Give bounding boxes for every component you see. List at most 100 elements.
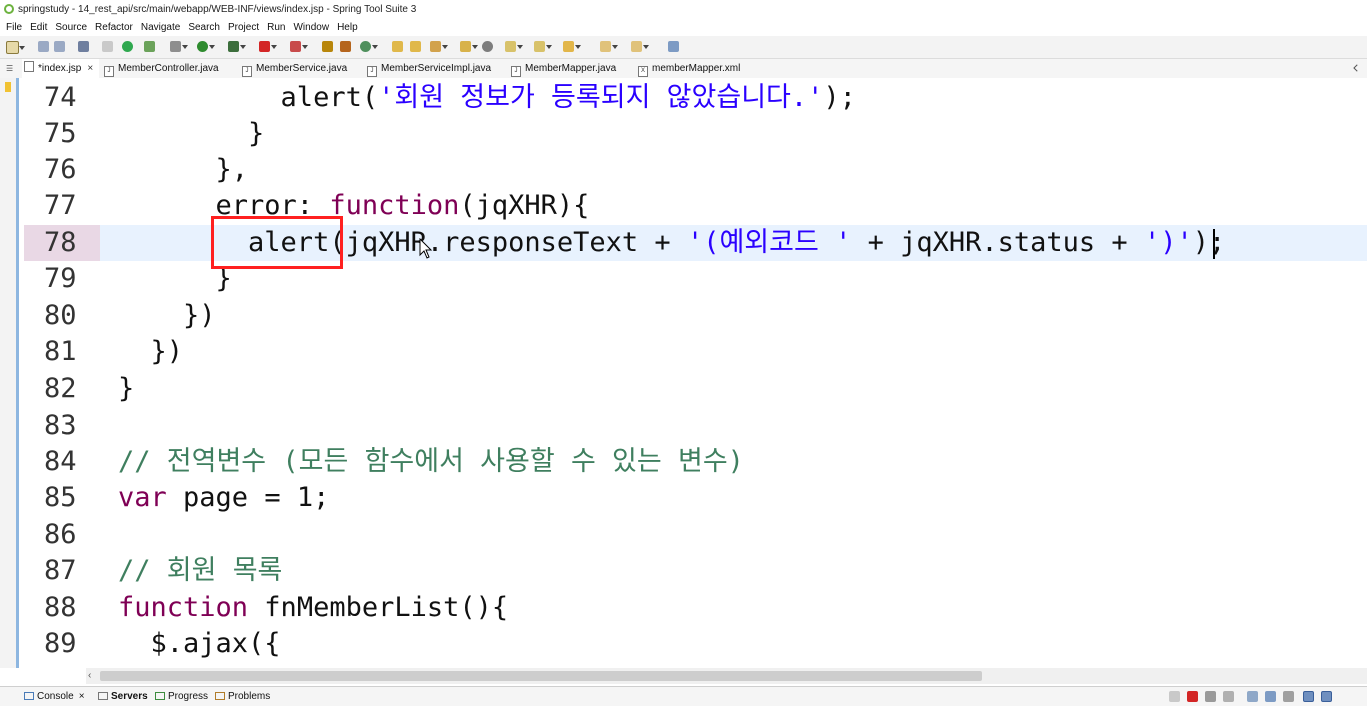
code-line: 77 error: function(jqXHR){ — [24, 188, 1367, 224]
coverage-icon[interactable] — [290, 41, 308, 52]
code-text: var page = 1; — [118, 482, 330, 513]
code-line: 79 } — [24, 261, 1367, 297]
tab-console[interactable]: Console × — [24, 687, 85, 706]
code-text: $.ajax({ — [118, 628, 281, 659]
scrollbar-thumb[interactable] — [100, 671, 982, 681]
publish-icon[interactable] — [1223, 691, 1234, 702]
menu-edit[interactable]: Edit — [26, 19, 51, 36]
code-line: 75 } — [24, 116, 1367, 152]
code-text: }, — [118, 154, 249, 185]
new-java-class-icon[interactable] — [360, 41, 378, 52]
line-number: 88 — [44, 592, 77, 623]
menu-search[interactable]: Search — [184, 19, 224, 36]
debug-icon[interactable] — [170, 41, 188, 52]
pin-editor-icon[interactable] — [668, 41, 679, 52]
stop-server-icon[interactable] — [1187, 691, 1198, 702]
debug-server-icon[interactable] — [1169, 691, 1180, 702]
code-text: } — [118, 263, 232, 294]
disconnect-icon[interactable] — [1205, 691, 1216, 702]
globe-icon[interactable] — [482, 41, 493, 52]
last-edit-icon[interactable] — [563, 41, 581, 52]
code-line: 88 function fnMemberList(){ — [24, 590, 1367, 626]
open-project-icon[interactable] — [410, 41, 421, 52]
run-icon[interactable] — [197, 41, 215, 52]
open-task-icon[interactable] — [340, 41, 351, 52]
next-annotation-icon[interactable] — [505, 41, 523, 52]
forward-icon[interactable] — [631, 41, 649, 52]
code-line: 87 // 회원 목록 — [24, 553, 1367, 589]
stop-icon[interactable] — [259, 41, 277, 52]
tab-index-jsp[interactable]: *index.jsp × — [22, 59, 100, 78]
open-type-icon[interactable] — [322, 41, 333, 52]
collapse-icon[interactable] — [1265, 691, 1276, 702]
prev-annotation-icon[interactable] — [534, 41, 552, 52]
tab-membermapper-java[interactable]: J MemberMapper.java — [511, 59, 616, 78]
menu-refactor[interactable]: Refactor — [91, 19, 137, 36]
menu-navigate[interactable]: Navigate — [137, 19, 184, 36]
tab-progress[interactable]: Progress — [155, 687, 208, 706]
menu-file[interactable]: File — [2, 19, 26, 36]
progress-icon — [155, 692, 165, 700]
jsp-file-icon — [24, 61, 34, 72]
close-icon[interactable]: × — [79, 691, 85, 702]
tab-membermapper-xml[interactable]: XmemberMapper.xml — [638, 59, 740, 78]
code-text: }) — [118, 300, 216, 331]
start-server-icon[interactable] — [122, 41, 133, 52]
save-icon[interactable] — [38, 41, 49, 52]
menu-help[interactable]: Help — [333, 19, 362, 36]
menu-window[interactable]: Window — [289, 19, 333, 36]
tab-label: MemberMapper.java — [525, 63, 617, 74]
search-folder-icon[interactable] — [460, 41, 478, 52]
problems-icon — [215, 692, 225, 700]
menu-source[interactable]: Source — [51, 19, 91, 36]
tab-membercontroller-java[interactable]: J MemberController.java — [104, 59, 219, 78]
text-caret — [1213, 229, 1215, 259]
open-folder-icon[interactable] — [392, 41, 403, 52]
tab-servers[interactable]: Servers — [98, 687, 148, 706]
java-file-icon: J — [367, 66, 377, 77]
code-comment: // 회원 목록 — [118, 555, 283, 586]
print-icon[interactable] — [78, 41, 89, 52]
edit-pen-icon[interactable] — [430, 41, 448, 52]
code-line: 76 }, — [24, 152, 1367, 188]
close-icon[interactable]: × — [87, 63, 93, 74]
code-line: 82 } — [24, 371, 1367, 407]
tab-label: Problems — [228, 691, 271, 702]
external-tools-icon[interactable] — [228, 41, 246, 52]
overview-ruler[interactable] — [16, 78, 24, 668]
tab-label: memberMapper.xml — [652, 63, 741, 74]
view-menu-icon[interactable] — [1283, 691, 1294, 702]
tab-problems[interactable]: Problems — [215, 687, 270, 706]
console-icon — [24, 692, 34, 700]
code-line: 84 // 전역변수 (모든 함수에서 사용할 수 있는 변수) — [24, 444, 1367, 480]
layout-icon[interactable] — [1247, 691, 1258, 702]
code-text: function fnMemberList(){ — [118, 592, 509, 623]
minimize-icon[interactable] — [1303, 691, 1314, 702]
horizontal-scrollbar[interactable]: ‹ — [86, 668, 1367, 684]
line-number: 87 — [44, 555, 77, 586]
line-number: 83 — [44, 410, 77, 441]
tab-menu-icon[interactable]: ☰ — [6, 59, 20, 78]
tab-label: Servers — [111, 691, 148, 702]
java-file-icon: J — [104, 66, 114, 77]
scroll-left-icon[interactable]: ‹ — [88, 670, 91, 682]
tab-memberserviceimpl-java[interactable]: J MemberServiceImpl.java — [367, 59, 491, 78]
menu-project[interactable]: Project — [224, 19, 263, 36]
code-editor[interactable]: 74 alert('회원 정보가 등록되지 않았습니다.'); 75 } 76 … — [24, 78, 1367, 668]
window-title: springstudy - 14_rest_api/src/main/webap… — [18, 4, 417, 15]
back-icon[interactable] — [600, 41, 618, 52]
menu-run[interactable]: Run — [263, 19, 289, 36]
new-icon[interactable] — [6, 41, 25, 54]
line-number: 80 — [44, 300, 77, 331]
save-all-icon[interactable] — [54, 41, 65, 52]
tab-memberservice-java[interactable]: J MemberService.java — [242, 59, 347, 78]
line-number: 78 — [24, 225, 100, 261]
toggle-mark-icon[interactable] — [102, 41, 113, 52]
tab-label: MemberController.java — [118, 63, 219, 74]
maximize-icon[interactable] — [1321, 691, 1332, 702]
chevron-double-right-icon[interactable] — [1353, 64, 1361, 72]
line-number: 89 — [44, 628, 77, 659]
line-number: 86 — [44, 519, 77, 550]
java-file-icon: J — [242, 66, 252, 77]
refresh-icon[interactable] — [144, 41, 155, 52]
